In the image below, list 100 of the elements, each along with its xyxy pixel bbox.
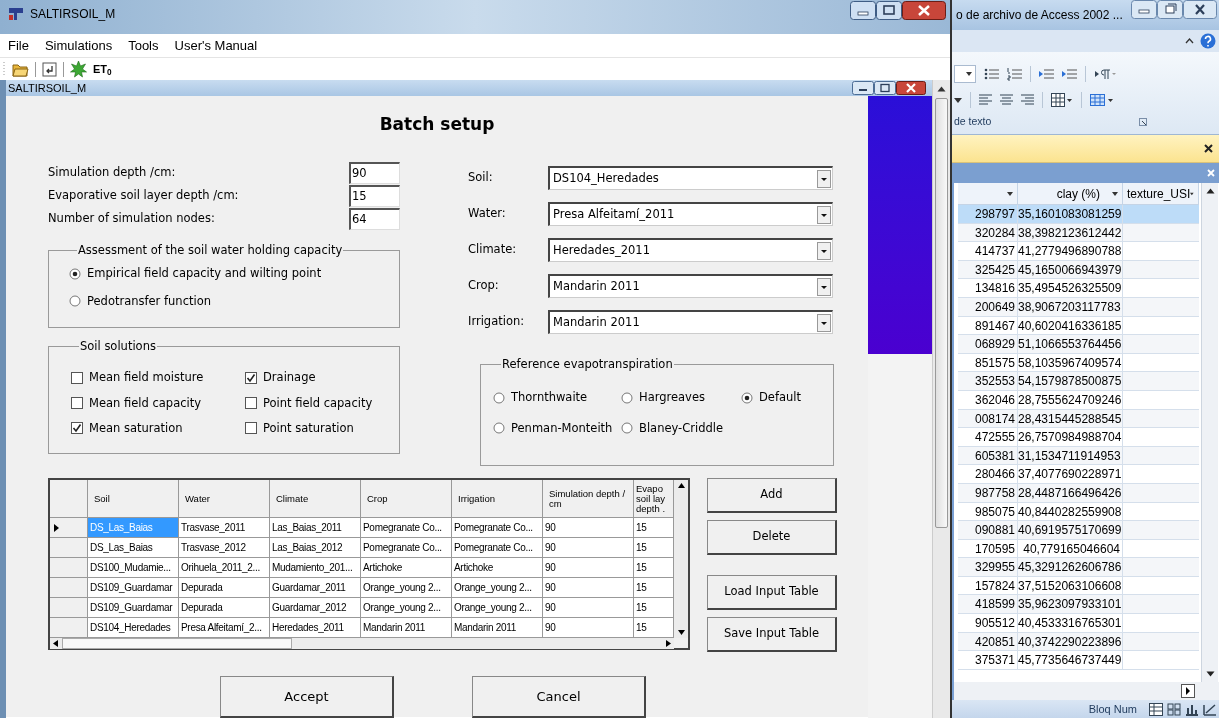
dialog-button[interactable]: Load Input Table <box>707 575 837 610</box>
table-color-icon[interactable] <box>1090 94 1114 106</box>
radio-button[interactable] <box>621 391 633 404</box>
table-row[interactable]: 329955 45,3291262606786 <box>958 558 1199 577</box>
gridlines-icon[interactable] <box>1051 93 1073 107</box>
column-header[interactable]: clay (%) <box>1018 183 1123 204</box>
scrollbar[interactable] <box>1201 183 1218 682</box>
design-view-icon[interactable] <box>1203 702 1217 716</box>
checkbox[interactable] <box>245 397 257 410</box>
radio-button[interactable] <box>493 422 505 435</box>
radio-button[interactable] <box>69 295 81 308</box>
align-left-icon[interactable] <box>979 94 992 106</box>
table-row[interactable]: 905512 40,4533316765301 <box>958 614 1199 633</box>
scrollbar[interactable] <box>674 480 688 638</box>
radio-button[interactable] <box>621 422 633 435</box>
dialog-button[interactable]: Delete <box>707 520 837 555</box>
column-header[interactable]: texture_USI <box>1123 183 1199 204</box>
table-row[interactable]: 352553 54,1579878500875 <box>958 372 1199 391</box>
collapse-ribbon-icon[interactable] <box>1185 38 1194 44</box>
scroll-right-icon[interactable] <box>1181 684 1195 698</box>
maximize-icon[interactable] <box>876 1 902 20</box>
column-header[interactable]: Irrigation <box>452 480 543 518</box>
input-field[interactable]: 90 <box>349 162 400 184</box>
dialog-button[interactable]: Add <box>707 478 837 513</box>
numbered-list-icon[interactable] <box>1007 67 1022 81</box>
scroll-left-icon[interactable] <box>53 640 58 647</box>
dropdown[interactable]: DS104_Heredades <box>548 166 833 190</box>
outdent-icon[interactable] <box>1039 67 1054 81</box>
scroll-up-icon[interactable] <box>1205 188 1215 194</box>
dropdown[interactable] <box>954 65 976 83</box>
close-icon[interactable] <box>902 1 946 20</box>
dropdown[interactable]: Heredades_2011 <box>548 238 833 262</box>
checkbox[interactable] <box>245 422 257 435</box>
input-field[interactable]: 15 <box>349 185 400 207</box>
table-row[interactable]: 068929 51,1066553764456 <box>958 335 1199 354</box>
radio-button[interactable] <box>69 267 81 280</box>
dialog-button[interactable]: Save Input Table <box>707 617 837 652</box>
column-header[interactable]: Water <box>179 480 270 518</box>
scroll-thumb[interactable] <box>62 638 292 649</box>
scrollbar[interactable] <box>932 80 950 718</box>
close-icon[interactable] <box>1183 0 1217 19</box>
menu-item[interactable]: User's Manual <box>174 35 258 56</box>
close-icon[interactable] <box>1204 144 1213 153</box>
column-header[interactable]: Simulation depth / cm <box>543 480 634 518</box>
help-icon[interactable] <box>1200 33 1216 49</box>
menu-item[interactable]: Simulations <box>44 35 113 56</box>
et-button[interactable]: ET$_{0}$ <box>93 60 112 78</box>
scroll-up-icon[interactable] <box>937 86 946 92</box>
scroll-down-icon[interactable] <box>1205 671 1215 677</box>
folder-icon[interactable] <box>12 61 29 77</box>
scroll-down-icon[interactable] <box>677 630 685 635</box>
scrollbar[interactable] <box>50 638 674 649</box>
input-field[interactable]: 64 <box>349 208 400 230</box>
close-icon[interactable] <box>896 81 926 95</box>
scroll-thumb[interactable] <box>935 98 948 528</box>
checkbox[interactable] <box>71 397 83 410</box>
dropdown[interactable]: Mandarin 2011 <box>548 310 833 334</box>
bullet-list-icon[interactable] <box>984 67 999 81</box>
star-icon[interactable] <box>70 60 87 78</box>
paragraph-direction-icon[interactable] <box>1094 68 1116 80</box>
scrollbar[interactable] <box>952 682 1219 700</box>
menu-item[interactable]: File <box>8 35 29 56</box>
row-header[interactable] <box>50 518 88 538</box>
checkbox[interactable] <box>71 422 83 435</box>
align-center-icon[interactable] <box>1000 94 1013 106</box>
dialog-launcher-icon[interactable] <box>1139 117 1147 126</box>
radio-button[interactable] <box>493 391 505 404</box>
checkbox[interactable] <box>71 371 83 384</box>
enter-icon[interactable] <box>42 61 57 77</box>
dialog-button[interactable]: Cancel <box>472 676 646 718</box>
table-row[interactable]: 298797 35,1601083081259 <box>958 205 1199 224</box>
chart-view-icon[interactable] <box>1185 702 1199 716</box>
column-header[interactable]: Crop <box>361 480 452 518</box>
table-row[interactable]: 418599 35,9623097933101 <box>958 595 1199 615</box>
table-row[interactable]: 414737 41,2779496890788 <box>958 242 1199 261</box>
align-right-icon[interactable] <box>1021 94 1034 106</box>
menu-item[interactable]: Tools <box>128 35 159 56</box>
radio-button[interactable] <box>741 391 753 404</box>
indent-icon[interactable] <box>1062 67 1077 81</box>
caret-icon[interactable] <box>954 97 962 103</box>
dropdown[interactable]: Presa Alfeitamí_2011 <box>548 202 833 226</box>
restore-icon[interactable] <box>1157 0 1183 19</box>
minimize-icon[interactable] <box>850 1 876 20</box>
datasheet-view-icon[interactable] <box>1149 702 1163 716</box>
table-row[interactable]: 134816 35,4954526325509 <box>958 279 1199 298</box>
minimize-icon[interactable] <box>852 81 874 95</box>
column-header[interactable]: Soil <box>88 480 179 518</box>
scroll-right-icon[interactable] <box>666 640 671 647</box>
checkbox[interactable] <box>245 371 257 384</box>
maximize-icon[interactable] <box>874 81 896 95</box>
dropdown[interactable]: Mandarin 2011 <box>548 274 833 298</box>
table-row[interactable]: 280466 37,4077690228971 <box>958 465 1199 484</box>
table-row[interactable]: 375371 45,7735646737449 <box>958 651 1199 670</box>
column-header[interactable]: Evapo soil lay depth . <box>634 480 674 518</box>
scroll-up-icon[interactable] <box>677 483 685 488</box>
table-row[interactable]: 472555 26,7570984988704 <box>958 428 1199 447</box>
table-row[interactable]: 090881 40,6919575170699 <box>958 521 1199 540</box>
column-header[interactable]: Climate <box>270 480 361 518</box>
dialog-button[interactable]: Accept <box>220 676 394 718</box>
pivot-table-icon[interactable] <box>1167 702 1181 716</box>
